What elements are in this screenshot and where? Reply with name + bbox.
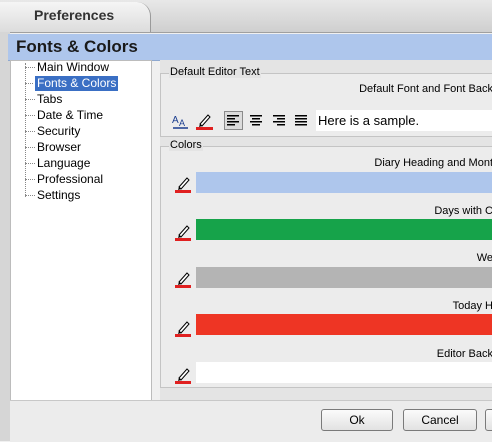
page-header: Fonts & Colors <box>8 34 492 61</box>
pen-icon[interactable] <box>195 111 214 130</box>
align-center-icon[interactable] <box>247 111 266 130</box>
tree-branch <box>25 195 35 196</box>
align-right-icon[interactable] <box>270 111 289 130</box>
tree-branch <box>25 99 35 100</box>
sidebar-item-settings[interactable]: Settings <box>35 188 82 203</box>
color-swatch[interactable] <box>196 362 492 383</box>
color-row-label: Today H <box>452 300 492 312</box>
sidebar-item-tabs[interactable]: Tabs <box>35 92 64 107</box>
tree-branch <box>25 179 35 180</box>
tree-branch <box>25 115 35 116</box>
sidebar-item-security[interactable]: Security <box>35 124 82 139</box>
title-bar: Preferences <box>0 0 492 33</box>
align-left-icon[interactable] <box>224 111 243 130</box>
tree-branch <box>25 131 35 132</box>
color-row-label: We <box>476 252 492 264</box>
align-justify-icon[interactable] <box>292 111 311 130</box>
cancel-button[interactable]: Cancel <box>403 409 477 431</box>
sidebar-tree: Main Window Fonts & Colors Tabs Date & T… <box>10 60 152 402</box>
sidebar-item-main-window[interactable]: Main Window <box>35 60 111 75</box>
default-font-label: Default Font and Font Back <box>359 83 492 95</box>
color-swatch[interactable] <box>196 172 492 193</box>
button-bar: Ok Cancel <box>10 400 492 442</box>
tree-branch <box>25 163 35 164</box>
colors-group-label: Colors <box>169 139 203 151</box>
color-row-label: Editor Back <box>436 348 492 360</box>
pen-icon[interactable] <box>175 270 191 288</box>
tree-branch <box>25 83 35 84</box>
pen-icon[interactable] <box>175 366 191 384</box>
svg-text:A: A <box>172 115 179 126</box>
color-swatch[interactable] <box>196 219 492 240</box>
page-title: Fonts & Colors <box>16 37 138 56</box>
sidebar-item-fonts-colors[interactable]: Fonts & Colors <box>33 75 120 92</box>
window-title: Preferences <box>34 7 115 23</box>
color-swatch[interactable] <box>196 267 492 288</box>
ok-button[interactable]: Ok <box>321 409 393 431</box>
tree-branch <box>25 67 35 68</box>
pen-icon[interactable] <box>175 175 191 193</box>
extra-button[interactable] <box>485 409 492 431</box>
content-panel: Default Editor Text Default Font and Fon… <box>160 60 492 400</box>
pen-icon[interactable] <box>175 223 191 241</box>
pen-icon[interactable] <box>175 319 191 337</box>
sidebar-item-browser[interactable]: Browser <box>35 140 83 155</box>
editor-text-group: Default Editor Text Default Font and Fon… <box>160 66 492 137</box>
font-icon[interactable]: A A <box>171 111 190 130</box>
colors-group: Colors Diary Heading and Mont Days with … <box>160 139 492 388</box>
color-row-label: Diary Heading and Mont <box>374 157 492 169</box>
color-swatch[interactable] <box>196 314 492 335</box>
sidebar-item-professional[interactable]: Professional <box>35 172 105 187</box>
sidebar-item-language[interactable]: Language <box>35 156 92 171</box>
window-frame <box>0 32 10 441</box>
editor-text-group-label: Default Editor Text <box>169 66 261 78</box>
font-sample-field[interactable]: Here is a sample. <box>316 110 492 131</box>
tree-branch <box>25 147 35 148</box>
sidebar-item-date-time[interactable]: Date & Time <box>35 108 105 123</box>
svg-text:A: A <box>179 118 185 128</box>
color-row-label: Days with C <box>434 205 492 217</box>
